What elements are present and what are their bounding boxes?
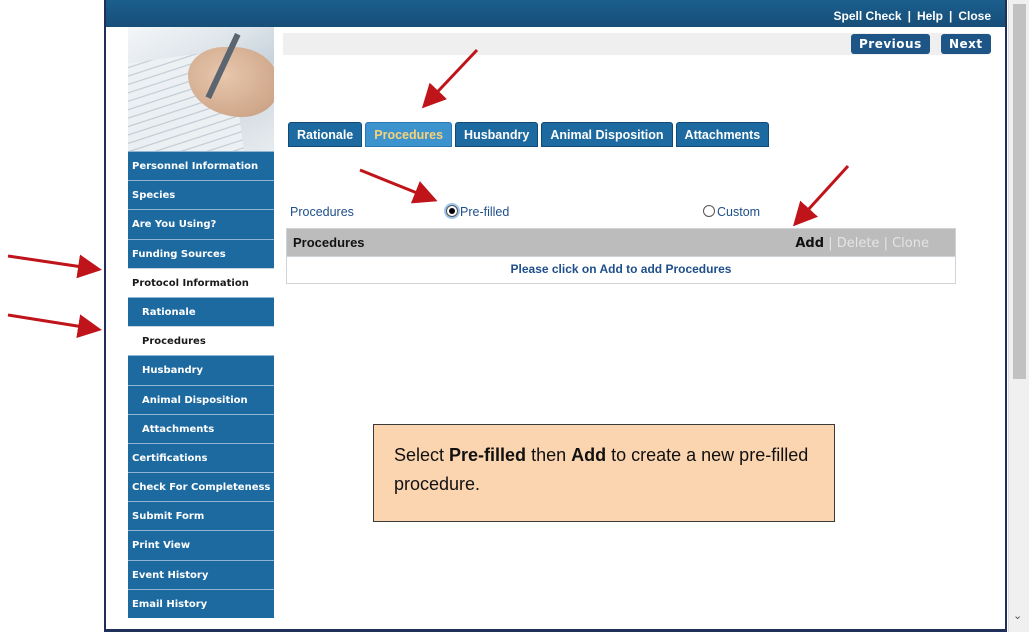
scroll-down-icon[interactable]: ⌄	[1013, 609, 1022, 622]
arrow-to-protocol-information	[7, 254, 102, 279]
sidebar-item-funding-sources[interactable]: Funding Sources	[128, 238, 274, 268]
action-separator: |	[883, 236, 888, 251]
procedures-type-label: Procedures	[290, 205, 354, 219]
prefilled-label: Pre-filled	[460, 205, 510, 219]
vertical-scrollbar[interactable]: ⌄	[1008, 0, 1029, 632]
sidebar-item-attachments[interactable]: Attachments	[128, 413, 274, 443]
tab-attachments[interactable]: Attachments	[675, 122, 770, 147]
tab-rationale[interactable]: Rationale	[288, 122, 363, 147]
prefilled-option[interactable]: Pre-filled	[446, 205, 509, 219]
section-tabs: Rationale Procedures Husbandry Animal Di…	[288, 122, 770, 147]
sidebar-item-rationale[interactable]: Rationale	[128, 296, 274, 327]
callout-text-2: then	[526, 445, 572, 465]
help-link[interactable]: Help	[917, 9, 943, 23]
top-link-separator: |	[948, 9, 953, 23]
top-links: Spell Check | Help | Close	[834, 9, 991, 23]
delete-button: Delete	[836, 236, 880, 251]
procedures-table-title: Procedures	[293, 235, 365, 250]
sidebar-item-protocol-information[interactable]: Protocol Information	[128, 267, 274, 297]
add-button[interactable]: Add	[795, 236, 824, 251]
sidebar-nav: Personnel Information Species Are You Us…	[128, 151, 274, 618]
tab-procedures[interactable]: Procedures	[365, 122, 453, 147]
sidebar-item-husbandry[interactable]: Husbandry	[128, 355, 274, 385]
previous-button[interactable]: Previous	[851, 34, 930, 54]
top-link-separator: |	[907, 9, 911, 23]
sidebar-item-submit-form[interactable]: Submit Form	[128, 501, 274, 531]
callout-bold-prefilled: Pre-filled	[449, 445, 527, 465]
header-photo	[128, 27, 274, 151]
procedures-table: Procedures Add | Delete | Clone Please c…	[286, 228, 956, 284]
sidebar-item-are-you-using[interactable]: Are You Using?	[128, 209, 274, 239]
prefilled-radio[interactable]	[446, 205, 458, 217]
custom-radio[interactable]	[703, 205, 715, 217]
sidebar-item-print-view[interactable]: Print View	[128, 530, 274, 560]
scrollbar-thumb[interactable]	[1013, 4, 1026, 379]
custom-option[interactable]: Custom	[703, 205, 760, 219]
next-button[interactable]: Next	[941, 34, 991, 54]
procedures-empty-message: Please click on Add to add Procedures	[510, 262, 732, 276]
custom-label: Custom	[717, 205, 761, 219]
sidebar-item-personnel-information[interactable]: Personnel Information	[128, 151, 274, 181]
sidebar-item-event-history[interactable]: Event History	[128, 559, 274, 589]
sidebar-item-email-history[interactable]: Email History	[128, 588, 274, 618]
table-actions: Add | Delete | Clone	[795, 236, 929, 251]
sidebar-item-species[interactable]: Species	[128, 180, 274, 210]
sidebar-item-certifications[interactable]: Certifications	[128, 442, 274, 473]
procedures-table-header: Procedures Add | Delete | Clone	[287, 229, 955, 257]
sidebar-item-check-for-completeness[interactable]: Check For Completeness	[128, 472, 274, 502]
action-separator: |	[828, 236, 833, 251]
screenshot-stage: Spell Check | Help | Close Personnel Informa…	[0, 0, 1029, 632]
sidebar-item-procedures[interactable]: Procedures	[128, 326, 274, 356]
close-link[interactable]: Close	[958, 9, 991, 23]
tab-animal-disposition[interactable]: Animal Disposition	[541, 122, 673, 147]
instruction-callout: Select Pre-filled then Add to create a n…	[373, 424, 835, 522]
sidebar-item-animal-disposition[interactable]: Animal Disposition	[128, 384, 274, 414]
arrow-to-procedures-item	[7, 313, 102, 339]
top-bar: Spell Check | Help | Close	[106, 0, 1005, 27]
callout-text-1: Select	[394, 445, 450, 465]
callout-bold-add: Add	[571, 445, 607, 465]
tab-husbandry[interactable]: Husbandry	[455, 122, 539, 147]
spell-check-link[interactable]: Spell Check	[834, 9, 902, 23]
clone-button: Clone	[892, 236, 929, 251]
